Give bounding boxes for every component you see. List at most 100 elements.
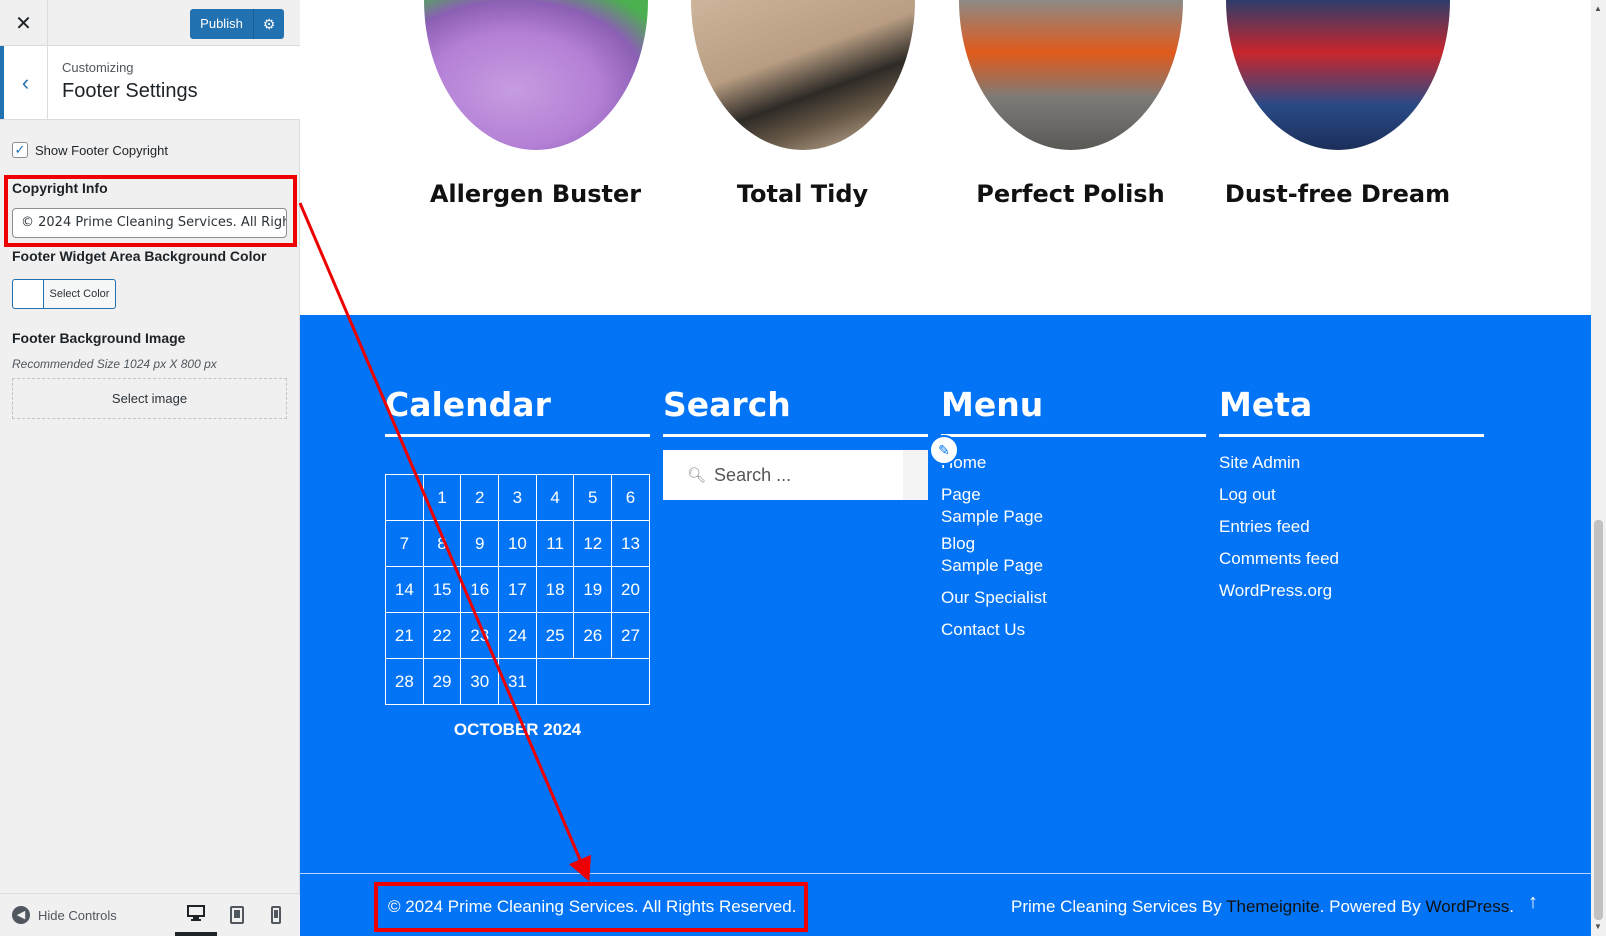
calendar-day: 28 [385, 658, 424, 705]
menu-link-blog[interactable]: Blog [941, 533, 1206, 555]
calendar-week: 14 15 16 17 18 19 20 [385, 566, 650, 613]
meta-link[interactable]: Site Admin [1219, 447, 1484, 479]
meta-link[interactable]: Log out [1219, 479, 1484, 511]
calendar-day: 20 [611, 566, 650, 613]
service-image [1225, 0, 1450, 150]
footer-divider [300, 873, 1591, 874]
mobile-preview-button[interactable] [255, 894, 297, 936]
service-card[interactable]: Total Tidy [665, 0, 940, 208]
meta-link[interactable]: Comments feed [1219, 543, 1484, 575]
themeignite-link[interactable]: Themeignite [1226, 897, 1320, 916]
show-copyright-control[interactable]: ✓ Show Footer Copyright [12, 142, 168, 158]
gear-icon[interactable]: ⚙ [254, 16, 284, 33]
calendar-day: 13 [611, 520, 650, 567]
calendar-day: 17 [498, 566, 537, 613]
service-image [690, 0, 915, 150]
calendar-day: 27 [611, 612, 650, 659]
publish-label[interactable]: Publish [190, 9, 254, 39]
search-widget: Search 🔍︎ Search ... [663, 385, 928, 500]
tablet-icon [230, 906, 244, 924]
section-header: ‹ Customizing Footer Settings [0, 46, 300, 120]
copyright-info-label: Copyright Info [12, 180, 108, 196]
calendar-day: 1 [422, 474, 462, 521]
credit-prefix: Prime Cleaning Services By [1011, 897, 1227, 916]
hide-controls-button[interactable]: ◀ Hide Controls [12, 906, 117, 924]
copyright-info-field[interactable]: © 2024 Prime Cleaning Services. All Righ… [12, 208, 287, 238]
calendar-day: 16 [460, 566, 500, 613]
color-swatch[interactable] [13, 280, 44, 308]
meta-link[interactable]: WordPress.org [1219, 575, 1484, 607]
calendar-caption: OCTOBER 2024 [453, 720, 582, 739]
meta-link[interactable]: Entries feed [1219, 511, 1484, 543]
customizer-footer-bar: ◀ Hide Controls [0, 893, 300, 936]
calendar-day: 23 [460, 612, 500, 659]
menu-link-our-specialist[interactable]: Our Specialist [941, 582, 1206, 614]
calendar-day: 7 [385, 520, 424, 567]
show-copyright-checkbox[interactable]: ✓ [12, 142, 28, 158]
calendar-day: 21 [385, 612, 424, 659]
menu-link-page[interactable]: Page [941, 484, 1206, 506]
menu-link-sample-page[interactable]: Sample Page [941, 506, 1206, 528]
publish-button[interactable]: Publish ⚙ [190, 9, 284, 39]
meta-list: Site Admin Log out Entries feed Comments… [1219, 447, 1484, 607]
site-preview: Allergen Buster Total Tidy Perfect Polis… [300, 0, 1606, 936]
collapse-icon: ◀ [12, 906, 30, 924]
service-card[interactable]: Perfect Polish [933, 0, 1208, 208]
calendar-week: 21 22 23 24 25 26 27 [385, 612, 650, 659]
calendar-week: 7 8 9 10 11 12 13 [385, 520, 650, 567]
search-input[interactable]: 🔍︎ Search ... [663, 450, 928, 500]
calendar-day: 31 [498, 658, 537, 705]
menu-link-contact-us[interactable]: Contact Us [941, 614, 1206, 646]
back-button[interactable]: ‹ [0, 46, 48, 119]
calendar-day: 2 [460, 474, 500, 521]
close-icon: ✕ [15, 12, 32, 35]
breadcrumb: Customizing [62, 60, 134, 75]
scroll-to-top-icon[interactable]: ↑ [1528, 891, 1538, 914]
calendar-pad [535, 658, 650, 705]
calendar-day: 24 [498, 612, 537, 659]
close-button[interactable]: ✕ [0, 0, 48, 46]
calendar-week: 123456 [385, 474, 650, 521]
calendar-day: 9 [460, 520, 500, 567]
menu-list: Home Page Sample Page Blog Sample Page O… [941, 447, 1206, 646]
calendar-title: Calendar [385, 385, 650, 437]
scroll-down-icon[interactable]: ▼ [1594, 922, 1602, 931]
select-color-button[interactable]: Select Color [12, 279, 116, 309]
edit-pencil-icon[interactable]: ✎ [929, 435, 959, 465]
calendar-widget: Calendar 1 2 3 4 5 6 7 8 9 10 11 12 13 14 15 16 17 18 19 20… [385, 385, 650, 739]
preview-scrollbar[interactable]: ▲ ▼ [1591, 0, 1606, 936]
calendar-day: 15 [422, 566, 462, 613]
hide-controls-label: Hide Controls [38, 907, 117, 923]
chevron-left-icon: ‹ [21, 69, 30, 95]
service-title: Perfect Polish [976, 180, 1165, 208]
scroll-up-icon[interactable]: ▲ [1594, 4, 1602, 13]
site-footer: Calendar 1 2 3 4 5 6 7 8 9 10 11 12 13 14 15 16 17 18 19 20… [300, 315, 1591, 936]
select-image-button[interactable]: Select image [12, 378, 287, 419]
calendar-day: 25 [535, 612, 575, 659]
desktop-preview-button[interactable] [175, 894, 217, 936]
service-title: Dust-free Dream [1224, 180, 1451, 208]
bg-image-label: Footer Background Image [12, 330, 186, 346]
customizer-topbar: ✕ Publish ⚙ [0, 0, 300, 46]
desktop-icon [187, 905, 205, 921]
calendar-table: 1 2 3 4 5 6 7 8 9 10 11 12 13 14 15 16 17 18 19 20 21 22 23 24 2… [385, 474, 650, 705]
calendar-day: 6 [611, 474, 650, 521]
search-submit-area[interactable] [903, 450, 928, 500]
calendar-day: 8 [422, 520, 462, 567]
search-placeholder: Search ... [714, 464, 792, 485]
calendar-day [385, 474, 424, 521]
scrollbar-thumb[interactable] [1594, 520, 1603, 920]
tablet-preview-button[interactable] [216, 894, 258, 936]
select-color-label: Select Color [49, 288, 110, 300]
service-card[interactable]: Dust-free Dream [1200, 0, 1475, 208]
calendar-day: 10 [498, 520, 537, 567]
service-card[interactable]: Allergen Buster [398, 0, 673, 208]
calendar-day: 26 [573, 612, 613, 659]
menu-link-sample-page[interactable]: Sample Page [941, 555, 1206, 577]
menu-link-home[interactable]: Home [941, 447, 1206, 479]
customizer-sidebar: ✕ Publish ⚙ ‹ Customizing Footer Setting… [0, 0, 300, 936]
mobile-icon [271, 906, 281, 924]
wordpress-link[interactable]: WordPress [1426, 897, 1510, 916]
calendar-day: 19 [573, 566, 613, 613]
footer-credits: Prime Cleaning Services By Themeignite. … [1011, 897, 1514, 917]
